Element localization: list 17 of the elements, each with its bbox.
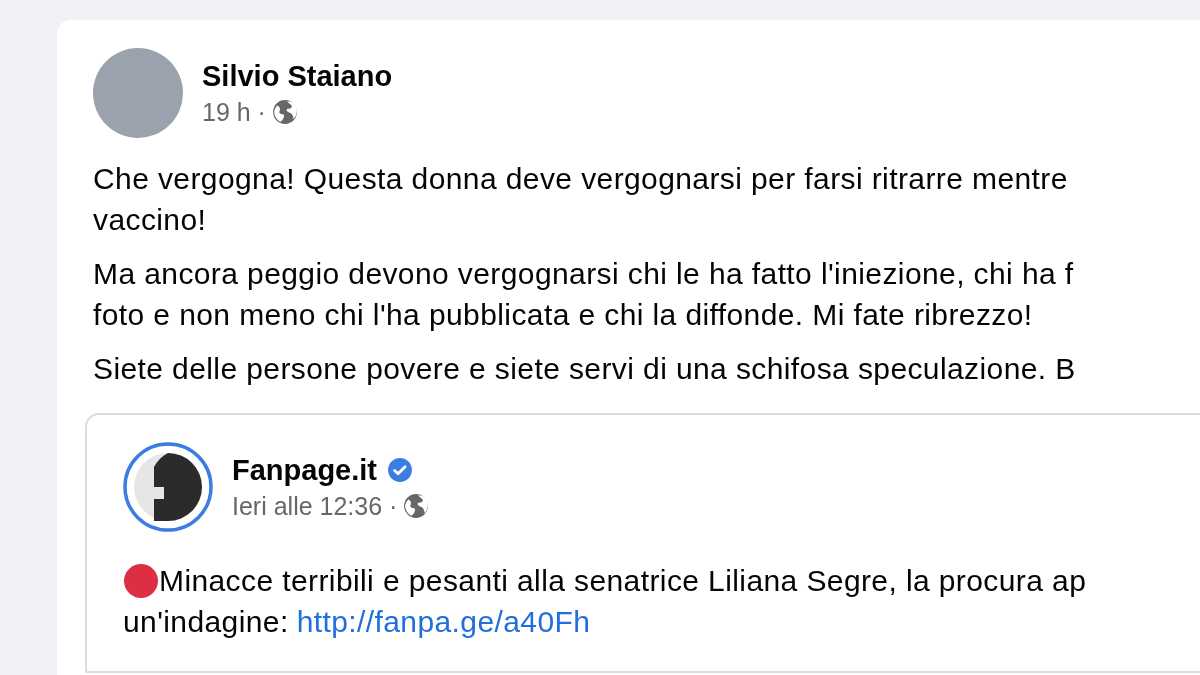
post-text: Ma ancora peggio devono vergognarsi chi le ha fatto l'iniezione, chi ha f bbox=[93, 256, 1074, 292]
post-text: Che vergogna! Questa donna deve vergognarsi per farsi ritrarre mentre bbox=[93, 161, 1068, 197]
shared-post-text: un'indagine: bbox=[123, 604, 289, 640]
post-text: Siete delle persone povere e siete servi di una schifosa speculazione. B bbox=[93, 351, 1076, 387]
article-link[interactable]: http://fanpa.ge/a40Fh bbox=[296, 601, 591, 642]
circle-bullet-icon bbox=[123, 562, 159, 599]
post-time[interactable]: 19 h · bbox=[202, 95, 266, 129]
post-text: vaccino! bbox=[93, 202, 207, 238]
page-name[interactable]: Fanpage.it bbox=[232, 451, 377, 489]
shared-post-text: Minacce terribili e pesanti alla senatrice Liliana Segre, la procura ap bbox=[159, 563, 1087, 599]
post-text: foto e non meno chi l'ha pubblicata e chi la diffonde. Mi fate ribrezzo! bbox=[93, 297, 1033, 333]
shared-post-card[interactable]: Fanpage.it Ieri alle 12:36 · Minacce terribili e pesanti alla senatrice Liliana Segre, la procura ap un'indagine: http://fanpa.ge/a40Fh bbox=[85, 413, 1200, 673]
page-logo[interactable] bbox=[123, 442, 213, 532]
globe-icon bbox=[403, 493, 430, 519]
globe-icon bbox=[271, 99, 298, 125]
shared-post-time[interactable]: Ieri alle 12:36 · bbox=[232, 489, 398, 523]
author-name[interactable]: Silvio Staiano bbox=[202, 57, 393, 95]
